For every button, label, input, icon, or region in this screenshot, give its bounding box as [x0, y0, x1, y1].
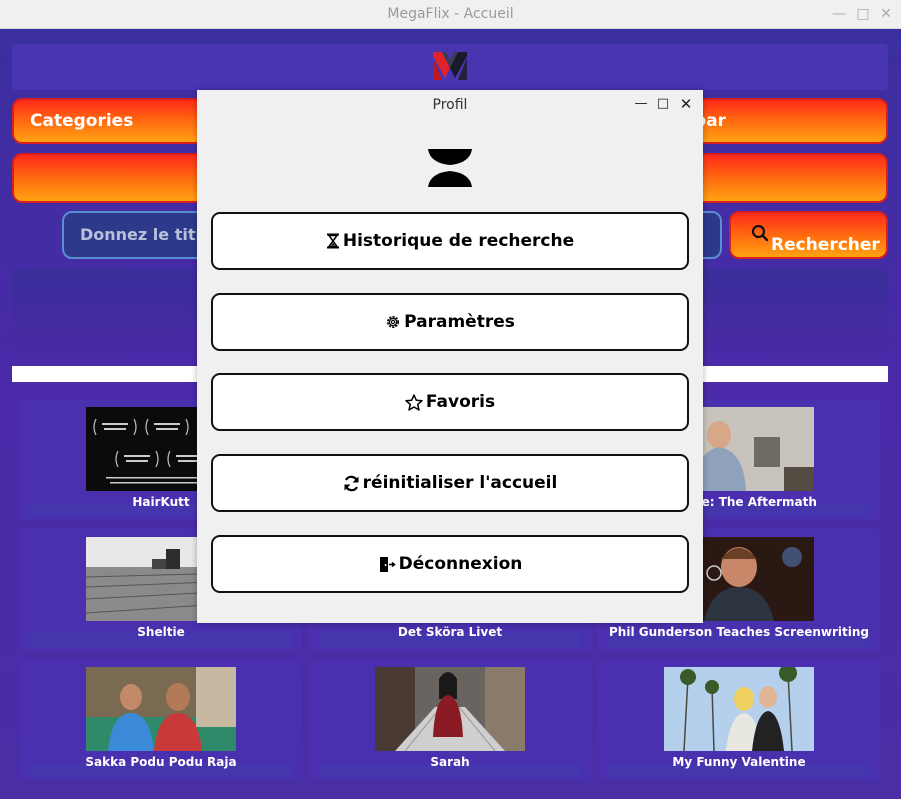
movie-thumbnail	[86, 667, 236, 751]
movie-title: Sarah	[430, 755, 470, 769]
window-titlebar: MegaFlix - Accueil — □ ✕	[0, 0, 901, 29]
hourglass-icon	[326, 233, 339, 249]
settings-button[interactable]: Paramètres	[211, 293, 689, 351]
logout-button[interactable]: Déconnexion	[211, 535, 689, 593]
search-icon	[751, 224, 769, 242]
logout-label: Déconnexion	[398, 554, 523, 574]
refresh-icon	[344, 475, 359, 491]
favorites-button[interactable]: Favoris	[211, 373, 689, 431]
movie-title: My Funny Valentine	[672, 755, 806, 769]
settings-label: Paramètres	[404, 312, 515, 332]
dialog-maximize-icon[interactable]: □	[655, 96, 671, 112]
movie-card[interactable]: Sakka Podu Podu Raja	[20, 659, 302, 781]
search-button[interactable]: Rechercher	[729, 211, 888, 259]
megaflix-logo-icon	[433, 52, 467, 80]
reset-home-button[interactable]: réinitialiser l'accueil	[211, 454, 689, 512]
movie-title: Sheltie	[137, 625, 185, 639]
close-icon[interactable]: ✕	[876, 4, 896, 24]
profile-dialog: Profil — □ ✕ Historique de recherche Par…	[197, 90, 703, 623]
star-icon	[405, 393, 423, 411]
movie-title: Phil Gunderson Teaches Screenwriting	[609, 625, 869, 639]
search-history-label: Historique de recherche	[342, 231, 575, 251]
movie-thumbnail	[664, 667, 814, 751]
movie-title: Det Sköra Livet	[397, 625, 503, 639]
reset-home-label: réinitialiser l'accueil	[362, 473, 558, 493]
maximize-icon[interactable]: □	[853, 4, 873, 24]
categories-label: Categories	[30, 111, 134, 131]
user-avatar-icon	[428, 149, 472, 187]
favorites-label: Favoris	[425, 392, 496, 412]
search-history-button[interactable]: Historique de recherche	[211, 212, 689, 270]
movie-thumbnail	[375, 667, 525, 751]
movie-card[interactable]: My Funny Valentine	[598, 659, 880, 781]
minimize-icon[interactable]: —	[829, 4, 849, 24]
window-title: MegaFlix - Accueil	[387, 6, 514, 22]
search-placeholder: Donnez le titre	[80, 225, 215, 244]
movie-title: Sakka Podu Podu Raja	[85, 755, 237, 769]
dialog-close-icon[interactable]: ✕	[678, 96, 694, 112]
search-button-label: Rechercher	[771, 235, 880, 255]
movie-card[interactable]: Sarah	[309, 659, 591, 781]
gear-icon	[387, 316, 400, 328]
logout-icon	[379, 556, 396, 572]
dialog-title: Profil	[432, 97, 468, 113]
dialog-minimize-icon[interactable]: —	[633, 96, 649, 112]
